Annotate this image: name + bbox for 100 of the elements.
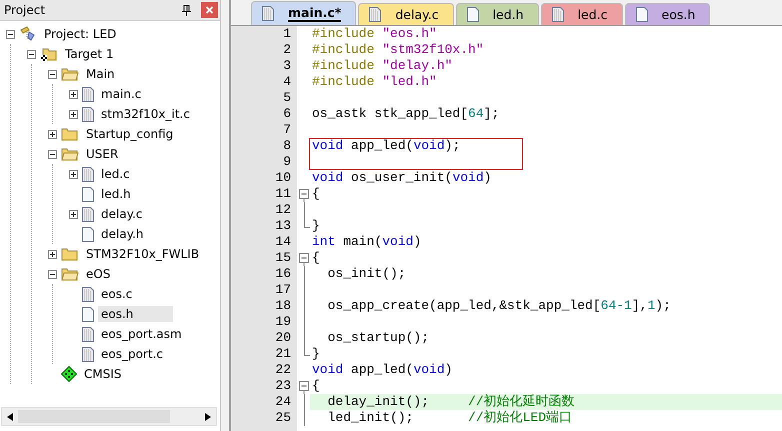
file-tab[interactable]: eos.h	[624, 3, 710, 25]
fold-toggle[interactable]	[299, 378, 309, 394]
pin-icon[interactable]	[182, 4, 191, 16]
line-number: 13	[274, 218, 291, 234]
line-number: 3	[282, 58, 291, 74]
tree-item[interactable]: eos.h	[98, 306, 174, 322]
folder-icon	[61, 67, 79, 81]
fold-end-marker	[304, 218, 310, 228]
fold-toggle[interactable]	[299, 250, 309, 266]
tree-item[interactable]: eos_port.c	[98, 346, 166, 362]
code-line: int main(void)	[311, 234, 422, 250]
collapse-toggle[interactable]	[48, 270, 57, 278]
source-file-icon	[369, 7, 382, 22]
header-file-icon	[466, 7, 479, 22]
tree-item[interactable]: Startup_config	[83, 126, 176, 142]
tree-item[interactable]: led.c	[98, 166, 133, 182]
source-file-icon	[82, 206, 94, 222]
code-line: led_init(); //初始化LED端口	[326, 410, 574, 426]
line-number: 15	[274, 250, 291, 266]
close-icon[interactable]	[201, 2, 218, 18]
source-file-icon	[82, 106, 94, 122]
expand-toggle[interactable]	[48, 250, 57, 258]
line-number: 19	[274, 314, 291, 330]
line-number: 23	[274, 378, 291, 394]
tree-item[interactable]: CMSIS	[81, 366, 125, 382]
scroll-left-icon[interactable]	[7, 412, 13, 420]
tree-item[interactable]: USER	[83, 146, 122, 162]
tree-item[interactable]: delay.c	[98, 206, 146, 222]
line-number: 17	[274, 282, 291, 298]
line-number: 5	[282, 90, 291, 106]
source-file-icon	[82, 286, 94, 302]
header-file-icon	[82, 186, 94, 202]
line-number: 12	[274, 202, 291, 218]
tree-item[interactable]: main.c	[98, 86, 144, 102]
file-tab[interactable]: led.c	[540, 3, 623, 25]
line-number: 14	[274, 234, 291, 250]
expand-toggle[interactable]	[69, 110, 78, 118]
source-file-icon	[82, 166, 94, 182]
file-tab[interactable]: led.h	[456, 3, 539, 25]
fold-end-marker	[304, 346, 310, 356]
line-number: 7	[282, 122, 291, 138]
code-line: }	[311, 346, 321, 362]
expand-toggle[interactable]	[69, 90, 78, 98]
tree-item[interactable]: Target 1	[62, 46, 117, 62]
tree-item[interactable]: STM32F10x_FWLIB	[83, 246, 202, 262]
expand-toggle[interactable]	[69, 210, 78, 218]
line-number: 18	[274, 298, 291, 314]
line-number: 8	[282, 138, 291, 154]
diamond-icon	[61, 366, 77, 382]
code-line: }	[311, 218, 321, 234]
source-file-icon	[82, 346, 94, 362]
line-number: 2	[282, 42, 291, 58]
line-number: 10	[274, 170, 291, 186]
source-file-icon	[552, 7, 564, 22]
folder-icon	[61, 147, 79, 161]
collapse-toggle[interactable]	[27, 50, 36, 58]
code-line: void app_led(void)	[311, 362, 454, 378]
collapse-toggle[interactable]	[48, 70, 57, 78]
tree-item[interactable]: eos.c	[98, 286, 136, 302]
source-file-icon	[82, 86, 94, 102]
tree-item[interactable]: led.h	[98, 186, 134, 202]
code-line: os_startup();	[326, 330, 430, 346]
collapse-toggle[interactable]	[48, 150, 57, 158]
scroll-right-icon[interactable]	[205, 412, 211, 420]
code-line: os_astk stk_app_led[64];	[311, 106, 500, 122]
tree-item[interactable]: Project: LED	[41, 26, 120, 42]
code-line: {	[311, 186, 321, 202]
horizontal-scrollbar[interactable]	[1, 407, 217, 426]
folder-icon	[40, 46, 58, 62]
tree-item[interactable]: Main	[83, 66, 118, 82]
fold-toggle[interactable]	[299, 186, 309, 202]
tree-item[interactable]: eos_port.asm	[98, 326, 185, 342]
line-number: 6	[282, 106, 291, 122]
code-line: os_init();	[326, 266, 407, 282]
tree-item[interactable]: delay.h	[98, 226, 146, 242]
line-number: 25	[274, 410, 291, 426]
tree-item[interactable]: stm32f10x_it.c	[98, 106, 193, 122]
code-line: #include "stm32f10x.h"	[311, 42, 485, 58]
folder-icon	[61, 127, 79, 141]
code-line: #include "led.h"	[311, 74, 438, 90]
file-tab[interactable]: delay.c	[358, 3, 454, 25]
line-number: 1	[282, 26, 291, 42]
header-file-icon	[82, 226, 94, 242]
file-tab[interactable]: main.c*	[251, 1, 356, 25]
code-line: {	[311, 250, 321, 266]
code-line: #include "eos.h"	[311, 26, 438, 42]
project-icon	[19, 26, 37, 42]
folder-icon	[61, 247, 79, 261]
code-line: #include "delay.h"	[311, 58, 454, 74]
expand-toggle[interactable]	[69, 170, 78, 178]
source-file-icon	[82, 326, 94, 342]
line-number: 24	[274, 394, 291, 410]
header-file-icon	[636, 7, 648, 22]
expand-toggle[interactable]	[48, 130, 57, 138]
collapse-toggle[interactable]	[6, 30, 15, 38]
source-file-icon	[262, 6, 274, 21]
folder-icon	[61, 267, 79, 281]
panel-title: Project	[4, 3, 46, 17]
code-line: os_app_create(app_led,&stk_app_led[64-1],1);	[326, 298, 672, 314]
tree-item[interactable]: eOS	[83, 266, 114, 282]
